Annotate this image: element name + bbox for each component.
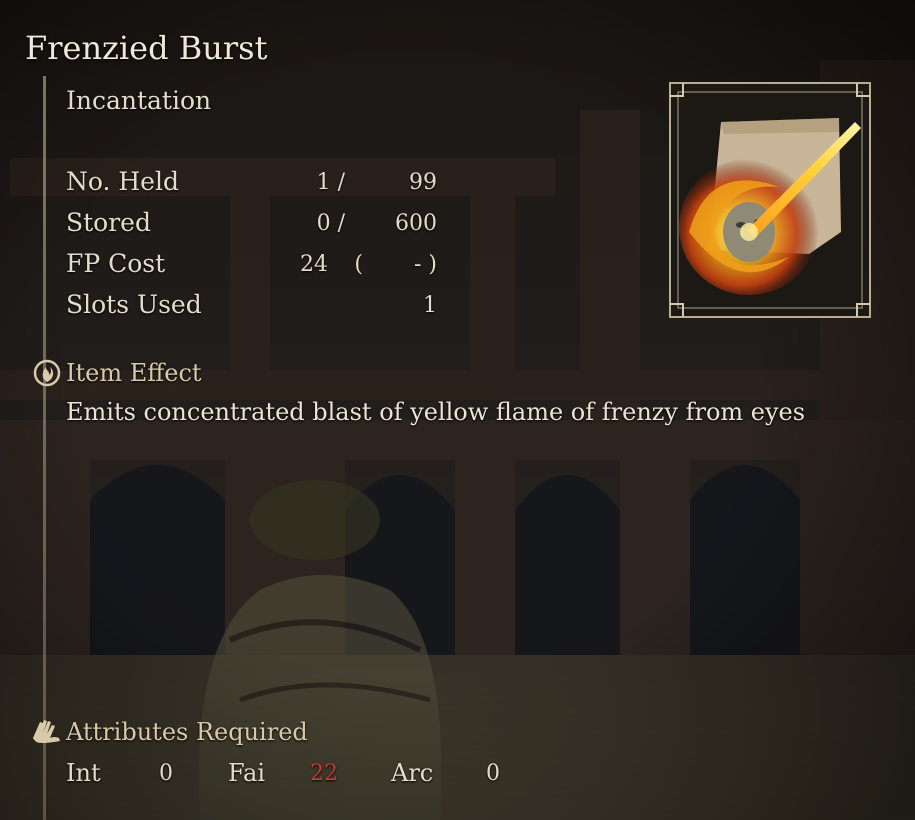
stat-fp-alt: - ) xyxy=(413,252,437,277)
attr-value-int: 0 xyxy=(159,761,173,786)
stat-label-stored: Stored xyxy=(66,208,151,237)
stat-label-held: No. Held xyxy=(66,167,179,196)
effect-heading: Item Effect xyxy=(66,359,202,387)
attr-label-int: Int xyxy=(66,759,101,787)
stat-fp-cost: 24 xyxy=(300,252,328,277)
attr-value-arc: 0 xyxy=(486,761,500,786)
divider-line xyxy=(43,76,46,820)
item-category: Incantation xyxy=(66,86,212,115)
attr-value-fai: 22 xyxy=(310,761,338,786)
stat-fp-paren: ( xyxy=(354,252,363,277)
item-icon-frame xyxy=(669,82,871,318)
stat-slots-value: 1 xyxy=(423,293,437,318)
item-detail-panel: Frenzied Burst Incantation No. Held 1 / … xyxy=(0,0,915,820)
item-name: Frenzied Burst xyxy=(25,29,268,67)
attr-label-fai: Fai xyxy=(228,759,266,787)
stat-label-slots: Slots Used xyxy=(66,290,202,319)
stat-label-fp: FP Cost xyxy=(66,249,166,278)
attributes-heading: Attributes Required xyxy=(66,718,308,746)
stat-held-max: 99 xyxy=(409,170,437,195)
effect-text: Emits concentrated blast of yellow flame… xyxy=(66,398,806,426)
stat-held-current: 1 / xyxy=(316,170,345,195)
stat-stored-current: 0 / xyxy=(316,211,345,236)
attr-label-arc: Arc xyxy=(391,759,434,787)
hand-icon xyxy=(33,720,60,743)
swirl-flame-icon xyxy=(33,359,61,387)
stat-stored-max: 600 xyxy=(395,211,437,236)
